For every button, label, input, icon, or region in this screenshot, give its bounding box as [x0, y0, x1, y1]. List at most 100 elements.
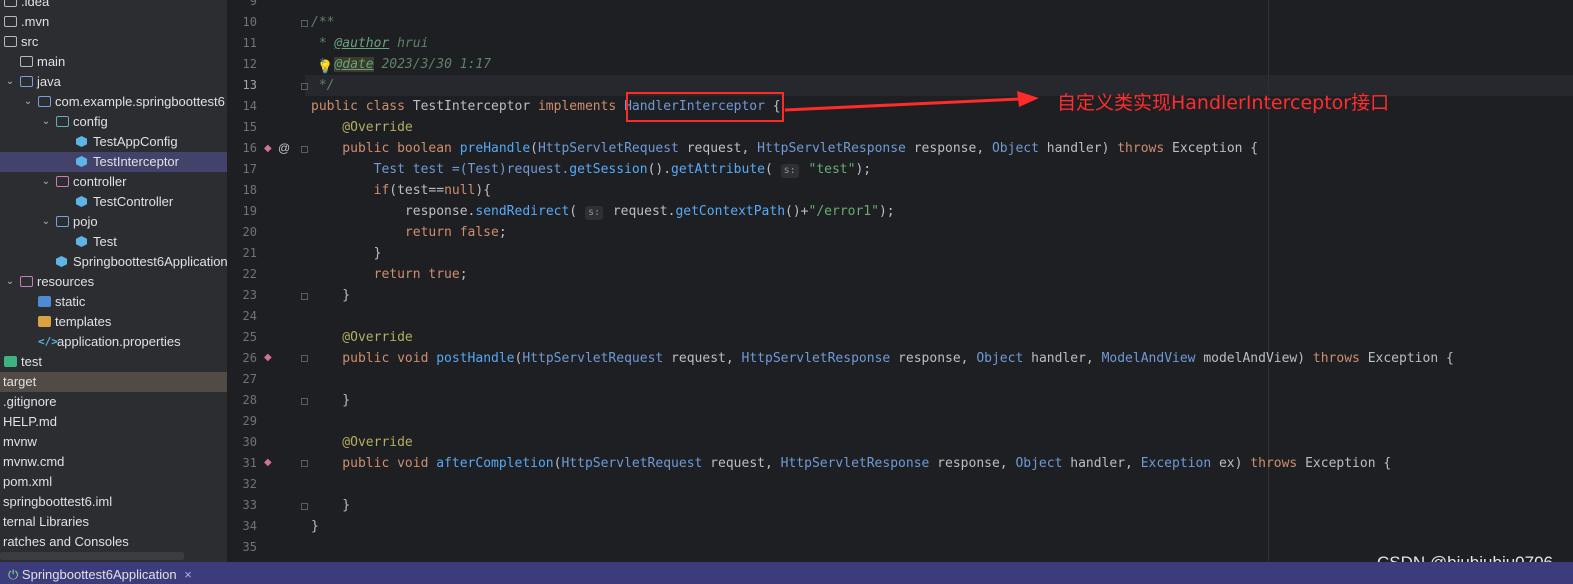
- line-number: 29: [242, 414, 257, 428]
- tree-item[interactable]: ⌄ controller: [0, 172, 227, 192]
- line-number: 28: [242, 393, 257, 407]
- code-line-22[interactable]: return true;: [311, 264, 1573, 285]
- resources-folder-icon: [20, 276, 33, 287]
- close-icon[interactable]: ×: [184, 567, 192, 582]
- tree-item[interactable]: TestInterceptor: [0, 152, 227, 172]
- tree-item[interactable]: templates: [0, 312, 227, 332]
- annotation: @Override: [311, 120, 413, 135]
- fold-marker[interactable]: [301, 355, 308, 362]
- tree-item[interactable]: ternal Libraries: [0, 512, 227, 532]
- tree-item[interactable]: Springboottest6Application: [0, 252, 227, 272]
- sidebar-scrollbar[interactable]: [0, 552, 184, 560]
- folder-blue-icon: [20, 76, 33, 87]
- code-line-19[interactable]: response.sendRedirect( s: request.getCon…: [311, 201, 1573, 222]
- fold-marker[interactable]: [301, 460, 308, 467]
- code-line-31[interactable]: public void afterCompletion(HttpServletR…: [311, 453, 1573, 474]
- package-icon: [38, 96, 51, 107]
- tree-item[interactable]: ⌄ pojo: [0, 212, 227, 232]
- implement-method-icon[interactable]: ◆: [264, 457, 272, 468]
- keyword: public boolean: [311, 141, 460, 156]
- tree-item[interactable]: pom.xml: [0, 472, 227, 492]
- implement-method-icon[interactable]: ◆: [264, 143, 272, 154]
- tree-item[interactable]: Test: [0, 232, 227, 252]
- chevron-down-icon[interactable]: ⌄: [4, 272, 16, 292]
- sidebar-divider[interactable]: [227, 0, 237, 562]
- tree-item[interactable]: main: [0, 52, 227, 72]
- tree-item[interactable]: src: [0, 32, 227, 52]
- code-line-34[interactable]: }: [311, 516, 1573, 537]
- brace: {: [1375, 456, 1392, 471]
- bottom-tool-bar: ⏻ Springboottest6Application ×: [0, 562, 1573, 584]
- line-number: 23: [242, 288, 257, 302]
- tree-item[interactable]: test: [0, 352, 227, 372]
- annotation: @Override: [311, 435, 413, 450]
- code-line-33[interactable]: }: [311, 495, 1573, 516]
- tree-item[interactable]: </> application.properties: [0, 332, 227, 352]
- tree-item-label: resources: [37, 274, 95, 289]
- param: handler): [1038, 141, 1118, 156]
- fold-marker[interactable]: [301, 503, 308, 510]
- tree-item-label: main: [37, 54, 66, 69]
- tree-item[interactable]: ⌄ resources: [0, 272, 227, 292]
- chevron-down-icon[interactable]: ⌄: [40, 212, 52, 232]
- code-line-15[interactable]: @Override: [311, 117, 1573, 138]
- tree-item[interactable]: TestAppConfig: [0, 132, 227, 152]
- tree-item[interactable]: mvnw: [0, 432, 227, 452]
- type: Object: [991, 141, 1039, 156]
- chevron-down-icon[interactable]: ⌄: [40, 112, 52, 132]
- fold-marker[interactable]: [301, 146, 308, 153]
- keyword: return true: [311, 267, 460, 282]
- tree-item[interactable]: mvnw.cmd: [0, 452, 227, 472]
- tree-item[interactable]: ⌄ config: [0, 112, 227, 132]
- tree-item[interactable]: ⌄ com.example.springboottest6: [0, 92, 227, 112]
- line-number: 19: [242, 204, 257, 218]
- method-name: postHandle: [436, 351, 515, 366]
- code-line-28[interactable]: }: [311, 390, 1573, 411]
- tree-item[interactable]: .gitignore: [0, 392, 227, 412]
- code-line-25[interactable]: @Override: [311, 327, 1573, 348]
- code-line-10[interactable]: /**: [311, 12, 1573, 33]
- code-line-21[interactable]: }: [311, 243, 1573, 264]
- fold-marker[interactable]: [301, 293, 308, 300]
- code-line-20[interactable]: return false;: [311, 222, 1573, 243]
- tree-item[interactable]: ratches and Consoles: [0, 532, 227, 552]
- keyword: throws: [1312, 351, 1368, 366]
- folder-icon: [20, 56, 33, 67]
- chevron-down-icon[interactable]: ⌄: [40, 172, 52, 192]
- line-number: 25: [242, 330, 257, 344]
- tree-item[interactable]: .mvn: [0, 12, 227, 32]
- tree-item[interactable]: HELP.md: [0, 412, 227, 432]
- project-tree: .idea .mvn src main ⌄ java ⌄ com.example.spring…: [0, 0, 227, 562]
- implement-method-icon[interactable]: ◆: [264, 352, 272, 363]
- fold-marker[interactable]: [301, 20, 308, 27]
- chevron-down-icon[interactable]: ⌄: [4, 72, 16, 92]
- code-line-16[interactable]: public boolean preHandle(HttpServletRequ…: [311, 138, 1573, 159]
- tree-item[interactable]: target: [0, 372, 227, 392]
- code-line-12[interactable]: * @date 2023/3/30 1:17: [311, 54, 1573, 75]
- code-line-17[interactable]: Test test =(Test)request.getSession().ge…: [311, 159, 1573, 180]
- run-tab[interactable]: ⏻ Springboottest6Application ×: [8, 567, 192, 583]
- code-line-26[interactable]: public void postHandle(HttpServletReques…: [311, 348, 1573, 369]
- tree-item[interactable]: static: [0, 292, 227, 312]
- code-line-23[interactable]: }: [311, 285, 1573, 306]
- highlight-box: [626, 92, 784, 122]
- type: Exception: [1140, 456, 1212, 471]
- param: response,: [905, 141, 992, 156]
- tree-item[interactable]: springboottest6.iml: [0, 492, 227, 512]
- fold-marker[interactable]: [301, 83, 308, 90]
- override-marker-icon[interactable]: @: [278, 141, 290, 155]
- tree-item[interactable]: ⌄ java: [0, 72, 227, 92]
- tree-item[interactable]: TestController: [0, 192, 227, 212]
- code-line-18[interactable]: if(test==null){: [311, 180, 1573, 201]
- tree-item-label: ternal Libraries: [3, 514, 89, 529]
- fold-marker[interactable]: [301, 398, 308, 405]
- chevron-down-icon[interactable]: ⌄: [22, 92, 34, 112]
- tree-item-label: .mvn: [21, 14, 50, 29]
- type: HttpServletResponse: [741, 351, 891, 366]
- line-number: 12: [242, 57, 257, 71]
- code-line-11[interactable]: * @author hrui: [311, 33, 1573, 54]
- tree-item-label: pom.xml: [3, 474, 53, 489]
- code-line-30[interactable]: @Override: [311, 432, 1573, 453]
- properties-file-icon: </>: [38, 335, 58, 348]
- tree-item[interactable]: .idea: [0, 0, 227, 12]
